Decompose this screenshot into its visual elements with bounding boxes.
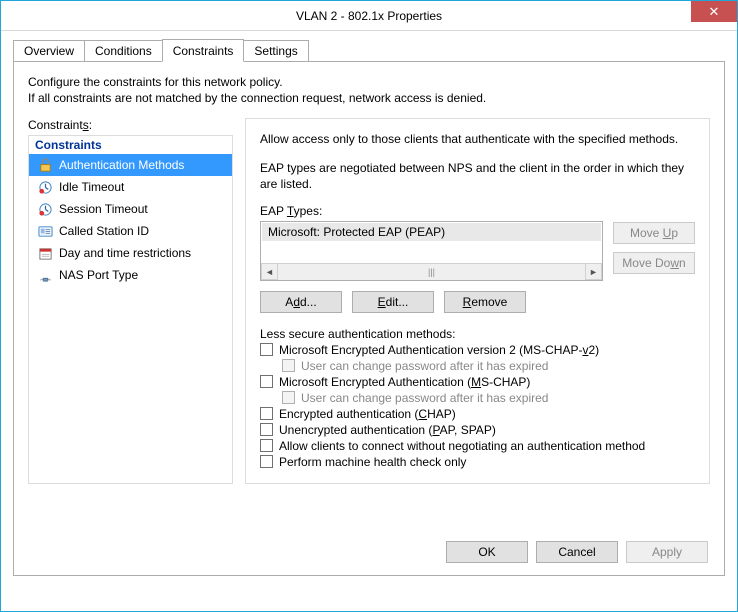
- nav-label: Called Station ID: [59, 224, 149, 238]
- nav-session-timeout[interactable]: Session Timeout: [29, 198, 232, 220]
- check-pap[interactable]: Unencrypted authentication (PAP, SPAP): [260, 423, 695, 437]
- policy-description: Configure the constraints for this netwo…: [28, 74, 710, 106]
- checkbox[interactable]: [260, 407, 273, 420]
- check-mschapv2-expired: User can change password after it has ex…: [282, 359, 695, 373]
- scroll-left-icon[interactable]: ◄: [261, 263, 278, 280]
- port-icon: [37, 267, 53, 283]
- checkbox[interactable]: [260, 455, 273, 468]
- scroll-right-icon[interactable]: ►: [585, 263, 602, 280]
- check-mschap-expired: User can change password after it has ex…: [282, 391, 695, 405]
- hscrollbar[interactable]: ◄ ||| ►: [261, 263, 602, 280]
- close-button[interactable]: ✕: [691, 1, 737, 22]
- constraints-panel: Constraints: Constraints Authentication …: [28, 118, 233, 484]
- check-chap[interactable]: Encrypted authentication (CHAP): [260, 407, 695, 421]
- client-area: Overview Conditions Constraints Settings…: [1, 31, 737, 576]
- move-up-button[interactable]: Move Up: [613, 222, 695, 244]
- less-secure-label: Less secure authentication methods:: [260, 327, 695, 341]
- eap-description: EAP types are negotiated between NPS and…: [260, 160, 695, 192]
- check-no-negotiation[interactable]: Allow clients to connect without negotia…: [260, 439, 695, 453]
- add-button[interactable]: Add...: [260, 291, 342, 313]
- lock-icon: [37, 157, 53, 173]
- checkbox[interactable]: [260, 439, 273, 452]
- close-icon: ✕: [709, 4, 720, 20]
- eap-types-label: EAP Types:: [260, 204, 695, 218]
- apply-button[interactable]: Apply: [626, 541, 708, 563]
- constraints-label: Constraints:: [28, 118, 233, 132]
- nav-authentication-methods[interactable]: Authentication Methods: [29, 154, 232, 176]
- dialog-buttons: OK Cancel Apply: [446, 541, 708, 563]
- nav-nas-port-type[interactable]: NAS Port Type: [29, 264, 232, 286]
- constraints-group-title: Constraints: [29, 136, 232, 154]
- panel-heading: Allow access only to those clients that …: [260, 131, 695, 147]
- eap-types-list[interactable]: Microsoft: Protected EAP (PEAP) ◄ ||| ►: [260, 221, 603, 281]
- nav-label: Session Timeout: [59, 202, 148, 216]
- checkbox[interactable]: [260, 343, 273, 356]
- id-icon: [37, 223, 53, 239]
- nav-day-time-restrictions[interactable]: Day and time restrictions: [29, 242, 232, 264]
- check-machine-health[interactable]: Perform machine health check only: [260, 455, 695, 469]
- tab-settings[interactable]: Settings: [243, 40, 308, 62]
- titlebar: VLAN 2 - 802.1x Properties ✕: [1, 1, 737, 31]
- check-mschapv2[interactable]: Microsoft Encrypted Authentication versi…: [260, 343, 695, 357]
- tab-conditions[interactable]: Conditions: [84, 40, 163, 62]
- remove-button[interactable]: Remove: [444, 291, 526, 313]
- ok-button[interactable]: OK: [446, 541, 528, 563]
- tab-constraints[interactable]: Constraints: [162, 39, 245, 62]
- nav-label: Authentication Methods: [59, 158, 184, 172]
- nav-label: Idle Timeout: [59, 180, 124, 194]
- session-icon: [37, 201, 53, 217]
- checkbox[interactable]: [260, 375, 273, 388]
- constraints-group: Constraints Authentication Methods Idle …: [28, 135, 233, 484]
- checkbox: [282, 359, 295, 372]
- cancel-button[interactable]: Cancel: [536, 541, 618, 563]
- check-mschap[interactable]: Microsoft Encrypted Authentication (MS-C…: [260, 375, 695, 389]
- idle-icon: [37, 179, 53, 195]
- nav-label: NAS Port Type: [59, 268, 138, 282]
- checkbox[interactable]: [260, 423, 273, 436]
- nav-label: Day and time restrictions: [59, 246, 191, 260]
- details-panel: Allow access only to those clients that …: [245, 118, 710, 484]
- window-title: VLAN 2 - 802.1x Properties: [296, 9, 442, 23]
- edit-button[interactable]: Edit...: [352, 291, 434, 313]
- tab-body: Configure the constraints for this netwo…: [13, 61, 725, 576]
- checkbox: [282, 391, 295, 404]
- tabs: Overview Conditions Constraints Settings: [13, 39, 725, 62]
- scroll-track[interactable]: |||: [278, 267, 585, 277]
- tab-overview[interactable]: Overview: [13, 40, 85, 62]
- move-down-button[interactable]: Move Down: [613, 252, 695, 274]
- nav-called-station-id[interactable]: Called Station ID: [29, 220, 232, 242]
- nav-idle-timeout[interactable]: Idle Timeout: [29, 176, 232, 198]
- calendar-icon: [37, 245, 53, 261]
- list-item[interactable]: Microsoft: Protected EAP (PEAP): [262, 223, 601, 241]
